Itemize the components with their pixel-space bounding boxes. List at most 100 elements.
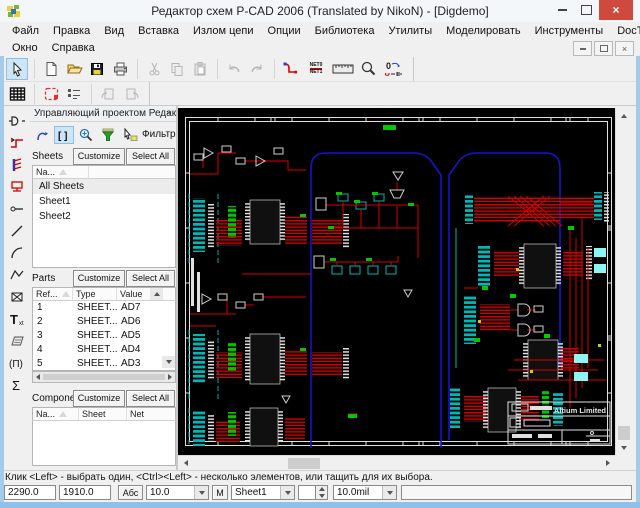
parts-row[interactable]: 5 SHEET... AD3 <box>33 357 175 371</box>
record-macro-button[interactable]: 0 <box>380 58 406 80</box>
components-select-all-button[interactable]: Select All <box>126 390 175 407</box>
sheets-name-column[interactable]: Na... <box>33 166 89 178</box>
highlight-button[interactable]: [ ] <box>54 126 74 144</box>
canvas-scroll-right-button[interactable] <box>600 456 615 471</box>
save-button[interactable] <box>86 58 108 80</box>
room-tool-button[interactable] <box>40 83 62 105</box>
place-text-button[interactable]: Txt <box>7 309 27 329</box>
value-spinner[interactable] <box>298 485 328 500</box>
place-bus-button[interactable] <box>7 155 27 175</box>
mdi-restore-button[interactable] <box>594 41 613 56</box>
spinner-value-box[interactable] <box>298 485 316 500</box>
components-name-column[interactable]: Na... <box>33 408 79 420</box>
menu-doctool[interactable]: DocTool <box>610 25 640 37</box>
place-line-button[interactable] <box>7 221 27 241</box>
select-tool-button[interactable] <box>6 58 28 80</box>
sheets-customize-button[interactable]: Customize <box>73 148 125 165</box>
components-list-empty[interactable] <box>32 421 176 466</box>
menu-utils[interactable]: Утилиты <box>381 25 439 37</box>
parts-select-all-button[interactable]: Select All <box>126 270 175 287</box>
canvas-scroll-left-button[interactable] <box>178 456 193 471</box>
canvas-vscrollbar[interactable] <box>615 108 632 455</box>
canvas-scroll-up-button[interactable] <box>616 108 631 123</box>
macro-button[interactable]: M <box>212 485 228 500</box>
parts-row[interactable]: 4 SHEET... AD4 <box>33 343 175 357</box>
minimize-button[interactable] <box>551 0 573 20</box>
zoom-window-button[interactable] <box>357 58 379 80</box>
print-button[interactable] <box>109 58 131 80</box>
parts-row[interactable]: 3 SHEET... AD5 <box>33 329 175 343</box>
place-pin-button[interactable] <box>7 199 27 219</box>
menu-library[interactable]: Библиотека <box>308 25 382 37</box>
dropdown-arrow-icon[interactable] <box>280 486 294 499</box>
paste-button-disabled[interactable] <box>189 58 211 80</box>
jump-to-button[interactable] <box>32 126 52 144</box>
canvas-scroll-down-button[interactable] <box>616 440 631 455</box>
select-mask-button[interactable] <box>120 126 140 144</box>
place-part-button[interactable] <box>7 111 27 131</box>
place-wire-button[interactable] <box>7 133 27 153</box>
parts-customize-button[interactable]: Customize <box>73 270 125 287</box>
bom-list-button[interactable] <box>63 83 85 105</box>
parts-row[interactable]: 2 SHEET... AD6 <box>33 315 175 329</box>
status-extra-field[interactable] <box>401 485 632 500</box>
place-pi-symbol-button[interactable]: (П) <box>7 353 27 373</box>
filter-button[interactable] <box>98 126 118 144</box>
close-button[interactable]: × <box>599 0 633 20</box>
forward-annotate-button-disabled[interactable] <box>97 83 119 105</box>
sheet-list-item[interactable]: All Sheets <box>33 179 175 194</box>
parts-ref-column[interactable]: Ref... <box>33 288 73 300</box>
menu-edit[interactable]: Правка <box>46 25 97 37</box>
spinner-buttons[interactable] <box>316 485 328 500</box>
place-field-button[interactable] <box>7 331 27 351</box>
abs-rel-toggle-button[interactable]: Абс <box>118 485 143 500</box>
cut-button-disabled[interactable] <box>143 58 165 80</box>
menu-tools[interactable]: Инструменты <box>528 25 611 37</box>
line-width-combo[interactable]: 10.0mil <box>333 485 397 500</box>
place-sigma-button[interactable]: Σ <box>7 375 27 395</box>
mdi-minimize-button[interactable] <box>573 41 592 56</box>
components-customize-button[interactable]: Customize <box>73 390 125 407</box>
parts-hscroll-thumb[interactable] <box>43 374 165 380</box>
place-polygon-button[interactable] <box>7 265 27 285</box>
components-column-header[interactable]: Na... Sheet Net <box>32 407 176 421</box>
panel-close-button[interactable]: × <box>163 108 174 119</box>
sheets-column-header[interactable]: Na... <box>32 165 176 179</box>
title-bar[interactable]: Редактор схем P-CAD 2006 (Translated by … <box>0 0 640 23</box>
rename-net-button[interactable]: NET0 NET1 <box>303 58 329 80</box>
menu-view[interactable]: Вид <box>97 25 131 37</box>
menu-file[interactable]: Файл <box>5 25 46 37</box>
parts-hscrollbar[interactable] <box>32 371 176 383</box>
redo-button-disabled[interactable] <box>246 58 268 80</box>
measure-button[interactable] <box>330 58 356 80</box>
schematic-canvas[interactable]: Altium Limited <box>178 108 615 455</box>
canvas-vscroll-thumb[interactable] <box>618 426 630 440</box>
components-net-column[interactable]: Net <box>127 408 173 420</box>
undo-button-disabled[interactable] <box>223 58 245 80</box>
back-annotate-button-disabled[interactable] <box>120 83 142 105</box>
menu-window[interactable]: Окно <box>5 42 45 54</box>
maximize-button[interactable] <box>575 0 597 20</box>
parts-value-column[interactable]: Value <box>117 288 150 300</box>
y-coordinate-input[interactable] <box>59 485 111 500</box>
zoom-to-button[interactable] <box>76 126 96 144</box>
place-ref-point-button[interactable] <box>7 287 27 307</box>
parts-column-header[interactable]: Ref... Type Value <box>32 287 176 301</box>
canvas-hscroll-thumb[interactable] <box>288 458 320 469</box>
mdi-close-button[interactable]: × <box>615 41 634 56</box>
copy-button-disabled[interactable] <box>166 58 188 80</box>
dropdown-arrow-icon[interactable] <box>382 486 396 499</box>
menu-netbreak[interactable]: Излом цепи <box>186 25 261 37</box>
panel-title-bar[interactable]: Управляющий проектом Редактор × <box>30 106 176 122</box>
open-file-button[interactable] <box>63 58 85 80</box>
menu-simulate[interactable]: Моделировать <box>439 25 528 37</box>
sheet-list-item[interactable]: Sheet2 <box>33 209 175 224</box>
wire-tool-button[interactable] <box>280 58 302 80</box>
components-sheet-column[interactable]: Sheet <box>79 408 127 420</box>
place-port-button[interactable] <box>7 177 27 197</box>
menu-insert[interactable]: Вставка <box>131 25 186 37</box>
menu-help[interactable]: Справка <box>45 42 102 54</box>
parts-scroll-down-button[interactable] <box>162 356 175 368</box>
grid-spacing-combo[interactable]: 10.0 <box>146 485 209 500</box>
canvas-hscrollbar[interactable] <box>178 455 615 470</box>
